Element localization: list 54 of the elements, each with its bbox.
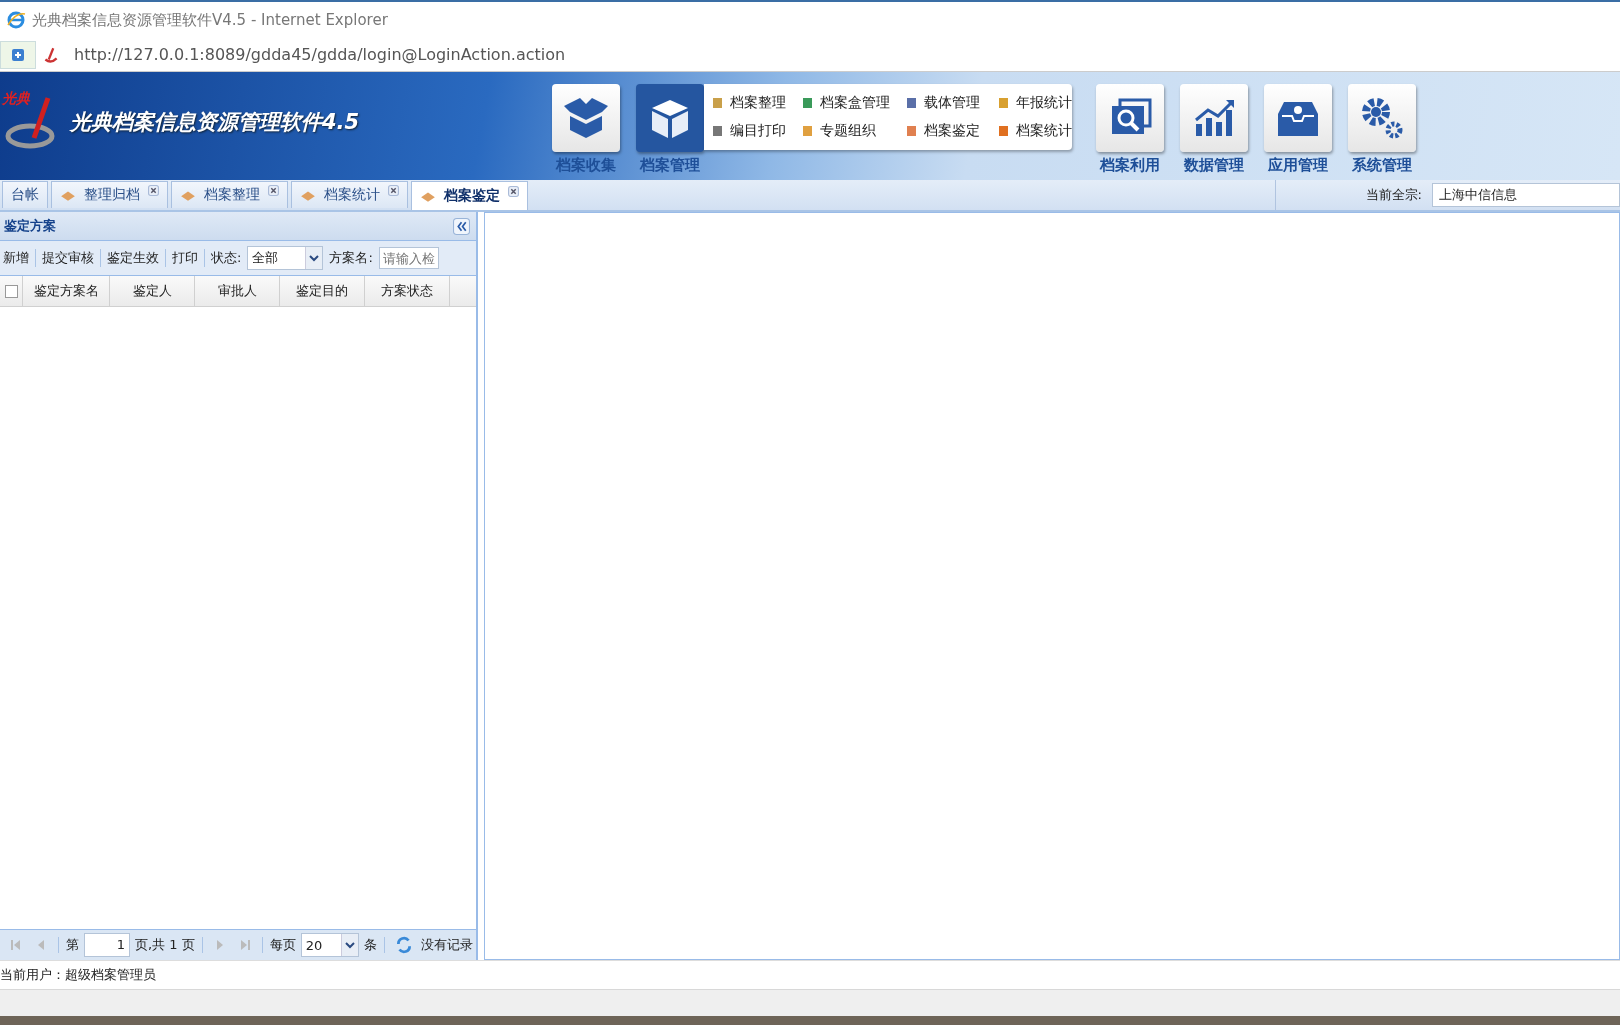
pager-message: 没有记录: [420, 936, 473, 954]
logo-text: 光典: [2, 90, 30, 108]
select-all-checkbox[interactable]: [4, 284, 18, 298]
tab[interactable]: 档案整理: [171, 181, 288, 208]
column-header[interactable]: 审批人: [195, 276, 280, 306]
close-icon[interactable]: [148, 184, 159, 196]
per-page-label: 每页: [269, 936, 296, 954]
tab[interactable]: 档案鉴定: [411, 181, 528, 210]
tab[interactable]: 档案统计: [291, 181, 408, 208]
chevron-down-icon: [305, 247, 323, 269]
tab[interactable]: 台帐: [2, 181, 48, 208]
new-tab-button[interactable]: [0, 40, 36, 69]
page-prefix: 第: [66, 936, 79, 954]
submenu-item[interactable]: 载体管理: [906, 94, 998, 112]
submenu-item[interactable]: 年报统计: [998, 94, 1080, 112]
close-icon[interactable]: [268, 184, 279, 196]
current-user-text: 当前用户：超级档案管理员: [0, 966, 156, 984]
status-dropdown[interactable]: 全部: [247, 246, 324, 270]
column-header[interactable]: 鉴定人: [110, 276, 195, 306]
window-title: 光典档案信息资源管理软件V4.5 - Internet Explorer: [32, 10, 388, 30]
toolbar-button[interactable]: 鉴定生效: [107, 249, 159, 267]
plus-icon: [11, 47, 25, 62]
column-header[interactable]: 鉴定目的: [280, 276, 365, 306]
address-field[interactable]: http://127.0.0.1:8089/gdda45/gdda/login@LoginAction.action: [74, 45, 566, 64]
name-label: 方案名:: [329, 249, 373, 267]
panel-title: 鉴定方案: [4, 217, 56, 235]
submenu-item[interactable]: 档案整理: [712, 94, 802, 112]
fonds-label: 当前全宗:: [1365, 186, 1422, 204]
chevron-down-icon: [340, 934, 358, 956]
status-label: 状态:: [211, 249, 242, 267]
tab[interactable]: 整理归档: [51, 181, 168, 208]
page-count: 页,共 1 页: [135, 936, 195, 954]
submenu-item[interactable]: 专题组织: [802, 122, 906, 140]
close-icon[interactable]: [388, 184, 399, 196]
per-page-unit: 条: [363, 936, 377, 954]
submenu-item[interactable]: 编目打印: [712, 122, 802, 140]
toolbar-button[interactable]: 新增: [3, 249, 29, 267]
toolbar-button[interactable]: 提交审核: [42, 249, 94, 267]
column-header[interactable]: 鉴定方案名: [23, 276, 110, 306]
site-icon: [42, 45, 60, 64]
app-title: 光典档案信息资源管理软件4.5: [70, 109, 360, 136]
page-number-field[interactable]: 1: [84, 933, 130, 957]
toolbar-button[interactable]: 打印: [172, 249, 198, 267]
name-search-field[interactable]: 请输入检: [378, 247, 439, 269]
fonds-field[interactable]: 上海中信信息: [1432, 183, 1620, 207]
close-icon[interactable]: [508, 185, 519, 197]
submenu-item[interactable]: 档案鉴定: [906, 122, 998, 140]
refresh-icon[interactable]: [394, 936, 413, 954]
submenu-item[interactable]: 档案统计: [998, 122, 1080, 140]
collapse-icon[interactable]: [453, 217, 470, 235]
submenu-item[interactable]: 档案盒管理: [802, 94, 906, 112]
browser-logo-icon: [6, 10, 26, 30]
column-header[interactable]: 方案状态: [365, 276, 450, 306]
page-size-dropdown[interactable]: 20: [300, 933, 359, 957]
